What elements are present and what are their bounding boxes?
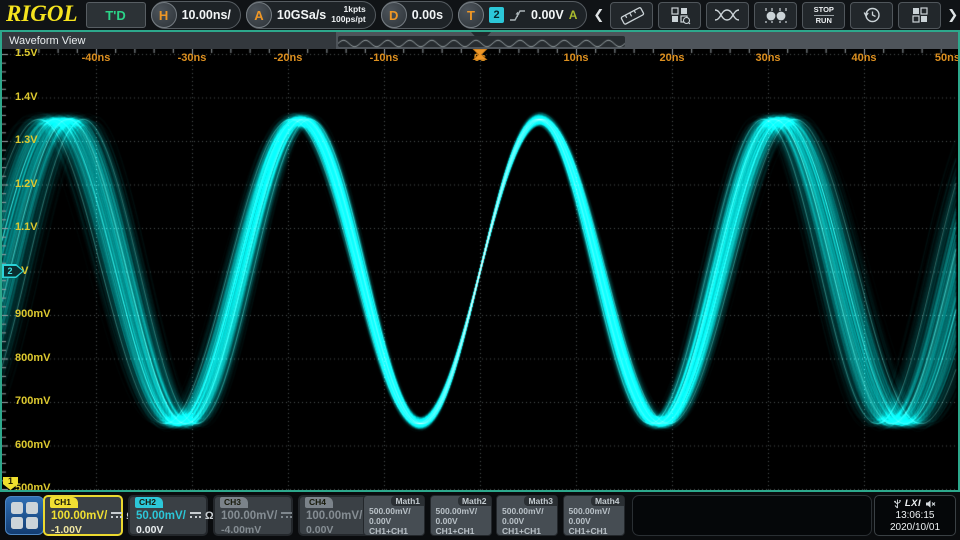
math-scale: 500.00mV/ [369, 506, 411, 516]
eye-mask-button[interactable] [706, 2, 749, 29]
waveform-view-titlebar: Waveform View [2, 32, 958, 49]
math-expression: CH1+CH1 [436, 526, 475, 536]
math-box-math4[interactable]: Math4500.00mV/0.00VCH1+CH1 [563, 495, 625, 536]
waveform-view-title: Waveform View [2, 35, 85, 47]
ch2-marker-label: 2 [4, 266, 13, 276]
channel-offset: 0.00V [306, 524, 333, 536]
channel-tab: CH1 [50, 497, 78, 508]
trigger-sweep-mode: A [569, 8, 578, 22]
horizontal-delay-control[interactable]: D 0.00s [381, 1, 453, 29]
math-scale: 500.00mV/ [436, 506, 478, 516]
trigger-control[interactable]: T 2 0.00V A [458, 1, 587, 29]
channel-offset: -4.00mV [221, 524, 261, 536]
ruler-icon [619, 5, 645, 25]
math-box-math1[interactable]: Math1500.00mV/0.00VCH1+CH1 [363, 495, 425, 536]
horizontal-badge: H [151, 2, 177, 28]
channel-offset: 0.00V [136, 524, 163, 536]
math-box-math3[interactable]: Math3500.00mV/0.00VCH1+CH1 [496, 495, 558, 536]
rising-edge-icon [509, 8, 526, 23]
delay-value: 0.00s [412, 8, 443, 22]
system-date: 2020/10/01 [890, 522, 940, 533]
math-offset: 0.00V [502, 516, 524, 526]
rigol-logo: RIGOL [3, 1, 81, 29]
menu-grid-square [11, 517, 23, 529]
math-offset: 0.00V [436, 516, 458, 526]
oscilloscope-screen: RIGOL T'D H 10.00ns/ A 10GSa/s 1kpts 100… [0, 0, 960, 540]
waveform-canvas[interactable] [2, 49, 958, 490]
waveform-view-window: Waveform View -40ns-30ns-20ns-10ns0s10ns… [0, 30, 960, 492]
speaker-muted-icon [925, 499, 936, 509]
menu-grid-square [11, 502, 23, 514]
math-tab: Math3 [524, 496, 557, 506]
math-scale: 500.00mV/ [502, 506, 544, 516]
function-grid-icon [669, 5, 691, 25]
horizontal-timebase-control[interactable]: H 10.00ns/ [151, 1, 241, 29]
channel-offset: -1.00V [51, 524, 82, 536]
stop-run-button[interactable]: STOP RUN [802, 2, 845, 29]
math-tab: Math4 [591, 496, 624, 506]
waveform-view-title-area: Waveform View [2, 32, 336, 49]
math-expression: CH1+CH1 [502, 526, 541, 536]
trigger-level-value: 0.00V [531, 8, 564, 22]
sample-rate-value: 10GSa/s [277, 8, 326, 22]
math-offset: 0.00V [369, 516, 391, 526]
math-scale: 500.00mV/ [569, 506, 611, 516]
measure-ruler-button[interactable] [610, 2, 653, 29]
lxi-label: LXI [905, 498, 921, 509]
windows-layout-icon [910, 6, 930, 24]
function-grid-button[interactable] [658, 2, 701, 29]
history-button[interactable] [850, 2, 893, 29]
toolbar-scroll-right[interactable]: ❯ [946, 7, 959, 23]
math-expression: CH1+CH1 [569, 526, 608, 536]
trigger-position-marker[interactable] [472, 49, 488, 60]
channel-tab: CH2 [135, 497, 163, 508]
channel-tab: CH4 [305, 497, 333, 508]
acquisition-badge: A [246, 2, 272, 28]
dc-coupling-icon [111, 512, 122, 521]
math-box-math2[interactable]: Math2500.00mV/0.00VCH1+CH1 [430, 495, 492, 536]
system-status-icons: LXI [894, 499, 936, 509]
ch1-marker-label: 1 [8, 477, 13, 490]
channel-scale: 50.00mV/Ω [136, 510, 214, 522]
channel-scale: 100.00mV/Ω [51, 510, 135, 522]
horizontal-position-bar[interactable] [336, 32, 958, 49]
toolbar-scroll-left[interactable]: ❮ [592, 7, 605, 23]
counter-probes-button[interactable] [754, 2, 797, 29]
main-menu-button[interactable] [5, 496, 44, 535]
waveform-plot-area: -40ns-30ns-20ns-10ns0s10ns20ns30ns40ns50… [2, 49, 958, 490]
channel-box-ch1[interactable]: CH1100.00mV/Ω-1.00V [43, 495, 123, 536]
timebase-value: 10.00ns/ [182, 8, 231, 22]
trigger-source-channel: 2 [489, 7, 504, 23]
eye-diagram-icon [713, 6, 743, 24]
top-toolbar: RIGOL T'D H 10.00ns/ A 10GSa/s 1kpts 100… [0, 0, 960, 30]
bottom-status-bar: CH1100.00mV/Ω-1.00VCH250.00mV/Ω0.00VCH31… [0, 492, 960, 540]
history-clock-icon [861, 5, 883, 25]
stop-run-label: STOP RUN [814, 6, 834, 25]
math-expression: CH1+CH1 [369, 526, 408, 536]
system-info-box[interactable]: LXI 13:06:15 2020/10/01 [874, 495, 956, 536]
channel-tab: CH3 [220, 497, 248, 508]
menu-grid-square [26, 517, 38, 529]
channel-scale: 100.00mV/ [221, 510, 292, 522]
acquisition-control[interactable]: A 10GSa/s 1kpts 100ps/pt [246, 1, 376, 29]
windows-layout-button[interactable] [898, 2, 941, 29]
channel-box-ch2[interactable]: CH250.00mV/Ω0.00V [128, 495, 208, 536]
notification-area [632, 495, 872, 536]
usb-icon [894, 499, 901, 509]
preview-sine-canvas [338, 38, 625, 49]
delay-badge: D [381, 2, 407, 28]
memory-waveform-preview [338, 36, 625, 47]
channel-box-ch3[interactable]: CH3 100.00mV/ -4.00mV [213, 495, 293, 536]
trigger-badge: T [458, 2, 484, 28]
dc-coupling-icon [281, 512, 292, 521]
menu-grid-square [26, 502, 38, 514]
math-tab: Math1 [391, 496, 424, 506]
probes-icon [762, 5, 790, 25]
math-tab: Math2 [458, 496, 491, 506]
math-offset: 0.00V [569, 516, 591, 526]
trigger-status-indicator[interactable]: T'D [86, 2, 146, 28]
memory-depth-resolution: 1kpts 100ps/pt [331, 5, 366, 25]
system-time: 13:06:15 [896, 510, 935, 521]
dc-coupling-icon [190, 512, 201, 521]
